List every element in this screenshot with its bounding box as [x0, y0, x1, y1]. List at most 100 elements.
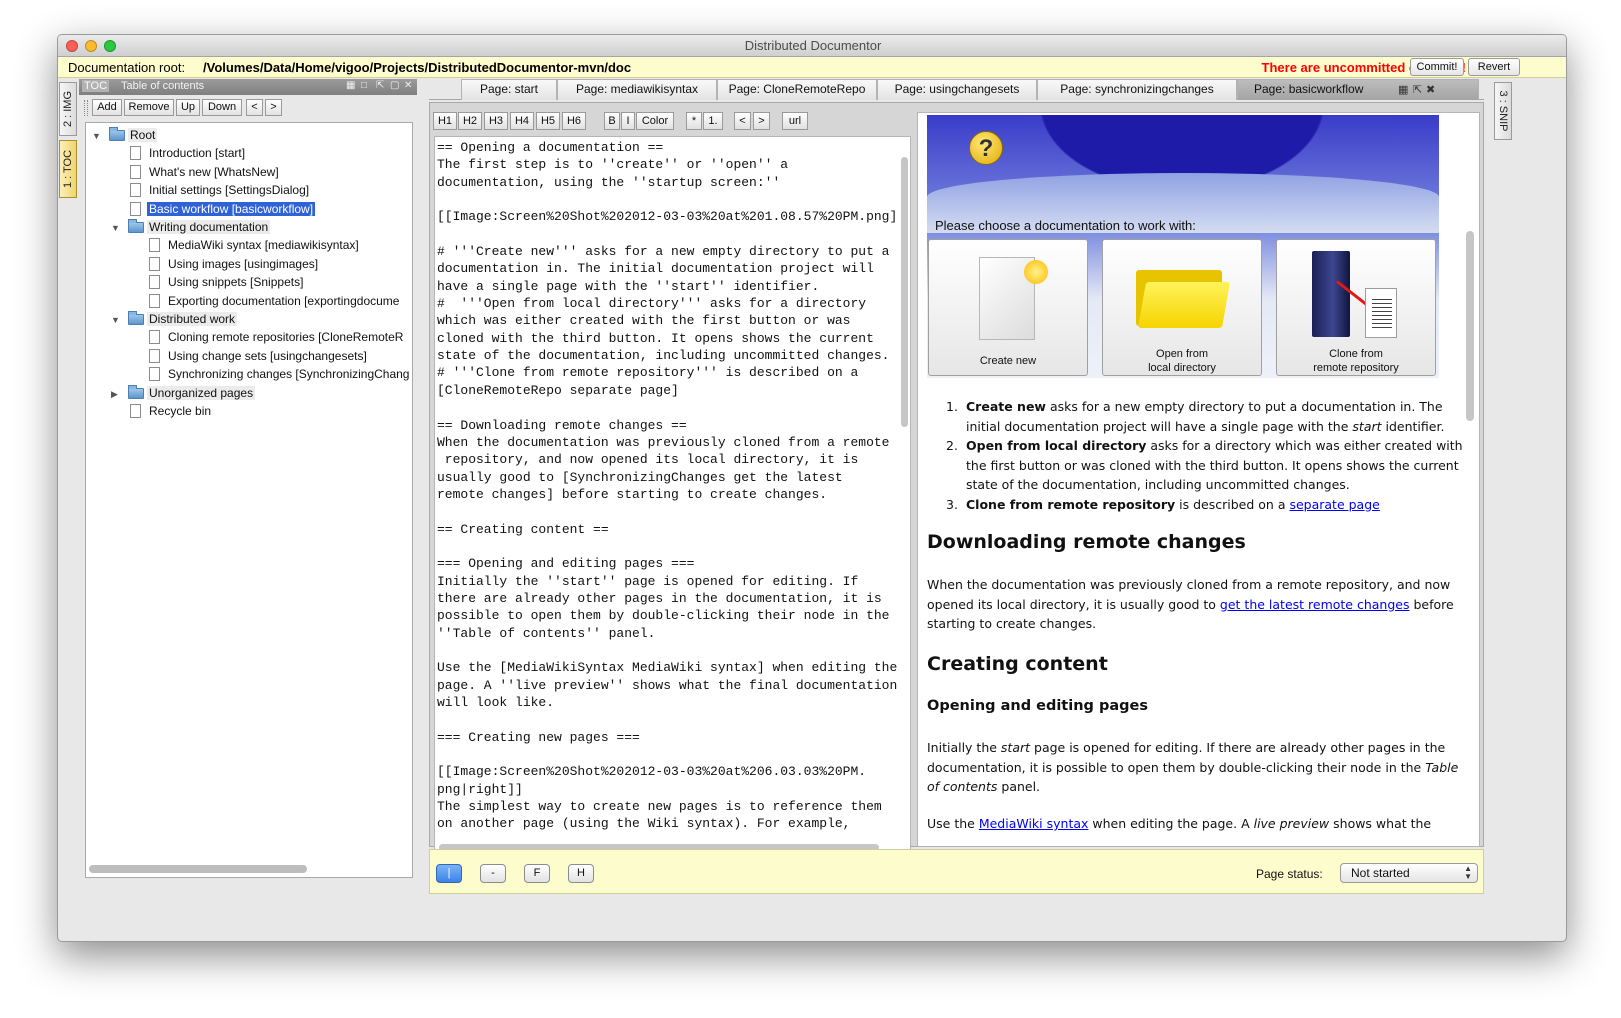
paragraph-text: Initially the [927, 740, 1001, 755]
source-line: documentation in. The initial documentat… [437, 261, 874, 277]
page-tab[interactable]: Page: basicworkflow ▦ ⇱ ✖ [1237, 79, 1479, 100]
minimize-window-button[interactable] [85, 40, 97, 52]
source-line: possible to open them by double-clicking… [437, 608, 890, 624]
mediawiki-syntax-link[interactable]: MediaWiki syntax [979, 816, 1089, 831]
toc-tree-label: Recycle bin [149, 404, 212, 418]
panel-float-icon[interactable]: ⇱ [376, 80, 384, 91]
list-number: 1. [946, 399, 958, 414]
toc-tree-row[interactable]: ▼ Root [86, 127, 412, 145]
expand-triangle-down-icon[interactable]: ▼ [111, 315, 120, 325]
toc-tree-row[interactable]: ▼ Writing documentation [86, 219, 412, 237]
wiki-source-editor[interactable]: == Opening a documentation == The first s… [434, 136, 911, 854]
toc-tree-row[interactable]: Using images [usingimages] [86, 256, 412, 274]
toc-tree-row[interactable]: Basic workflow [basicworkflow] [86, 201, 412, 219]
tab-menu-icon[interactable]: ▦ [1398, 81, 1408, 100]
panel-maximize-icon[interactable]: ▢ [390, 80, 399, 91]
toc-tree-row[interactable]: Recycle bin [86, 403, 412, 421]
source-vertical-scrollbar[interactable] [901, 157, 908, 427]
separate-page-link[interactable]: separate page [1289, 497, 1379, 512]
page-tab[interactable]: Page: start [461, 79, 557, 100]
source-line: [[Image:Screen%20Shot%202012-03-03%20at%… [437, 764, 867, 780]
toc-tree-row[interactable]: Using change sets [usingchangesets] [86, 348, 412, 366]
toc-tree-row[interactable]: Exporting documentation [exportingdocume [86, 293, 412, 311]
panel-close-icon[interactable]: ✕ [404, 80, 412, 91]
toc-tree-row[interactable]: Initial settings [SettingsDialog] [86, 182, 412, 200]
startup-screen-image: ? Please choose a documentation to work … [927, 115, 1439, 378]
commit-button[interactable]: Commit! [1410, 58, 1464, 76]
expand-triangle-right-icon[interactable]: ▶ [111, 389, 118, 400]
numbered-list-button[interactable]: 1. [703, 112, 723, 130]
page-tab[interactable]: Page: synchronizingchanges [1037, 79, 1237, 100]
toc-tree-row[interactable]: ▶ Unorganized pages [86, 384, 412, 403]
heading5-button[interactable]: H5 [536, 112, 560, 130]
move-right-button[interactable]: > [265, 99, 282, 116]
toc-tree-row[interactable]: What's new [WhatsNew] [86, 164, 412, 182]
startup-prompt: Please choose a documentation to work wi… [935, 218, 1196, 233]
expand-triangle-down-icon[interactable]: ▼ [111, 223, 120, 233]
panel-menu-icon[interactable]: ▦ [346, 80, 355, 91]
list-term: Clone from remote repository [966, 496, 1176, 512]
view-stacked-button[interactable]: - [480, 864, 506, 883]
side-tab-toc[interactable]: 1 : TOC [59, 140, 77, 198]
toc-tree-row[interactable]: ▼ Distributed work [86, 311, 412, 329]
heading6-button[interactable]: H6 [562, 112, 586, 130]
toc-tree-label: Initial settings [SettingsDialog] [149, 183, 310, 198]
revert-button[interactable]: Revert [1468, 58, 1520, 76]
page-tab[interactable]: Page: usingchangesets [877, 79, 1037, 100]
toc-tree-row[interactable]: Synchronizing changes [SynchronizingChan… [86, 366, 412, 384]
move-left-button[interactable]: < [246, 99, 263, 116]
side-tab-snip[interactable]: 3 : SNIP [1494, 82, 1512, 140]
list-text: is described on a [1175, 496, 1290, 512]
side-tab-img[interactable]: 2 : IMG [59, 82, 77, 136]
page-tab[interactable]: Page: mediawikisyntax [557, 79, 717, 100]
outdent-button[interactable]: < [734, 112, 751, 130]
add-button[interactable]: Add [92, 99, 122, 116]
create-new-choice: Create new [928, 239, 1088, 376]
maximize-window-button[interactable] [104, 40, 116, 52]
view-full-button[interactable]: F [524, 864, 550, 883]
toc-tree-row[interactable]: Introduction [start] [86, 145, 412, 163]
expand-triangle-down-icon[interactable]: ▼ [92, 131, 101, 141]
italic-button[interactable]: I [621, 112, 635, 130]
down-button[interactable]: Down [202, 99, 242, 116]
latest-changes-link[interactable]: get the latest remote changes [1220, 597, 1410, 612]
toc-tree[interactable]: ▼ Root Introduction [start] What's new [Wha… [85, 122, 413, 878]
indent-button[interactable]: > [753, 112, 770, 130]
tab-close-icon[interactable]: ✖ [1426, 81, 1435, 100]
color-button[interactable]: Color [636, 112, 674, 130]
remove-button[interactable]: Remove [124, 99, 174, 116]
panel-restore-icon[interactable]: □ [361, 80, 367, 91]
live-preview[interactable]: ? Please choose a documentation to work … [917, 112, 1480, 847]
source-line: repository, and now opened its local dir… [437, 452, 859, 468]
page-status-select[interactable]: Not started ▲ ▼ [1340, 863, 1478, 883]
page-tab-strip: Page: start Page: mediawikisyntax Page: Cl… [429, 78, 1484, 100]
toc-tree-row[interactable]: MediaWiki syntax [mediawikisyntax] [86, 237, 412, 255]
preview-option-list: 1. Create new asks for a new empty direct… [946, 397, 1466, 514]
preview-vertical-scrollbar[interactable] [1466, 231, 1474, 421]
toc-tree-row[interactable]: Using snippets [Snippets] [86, 274, 412, 292]
folder-front-shape [1137, 282, 1231, 328]
folder-icon [128, 311, 144, 325]
bold-button[interactable]: B [604, 112, 620, 130]
view-html-button[interactable]: H [568, 864, 594, 883]
source-line [437, 191, 893, 208]
toolbar-grip[interactable] [84, 100, 88, 116]
create-new-label: Create new [979, 355, 1037, 367]
view-split-button[interactable]: | [436, 864, 462, 883]
page-tab[interactable]: Page: CloneRemoteRepo [717, 79, 877, 100]
heading4-button[interactable]: H4 [510, 112, 534, 130]
tab-float-icon[interactable]: ⇱ [1413, 81, 1422, 100]
url-button[interactable]: url [782, 112, 808, 130]
bullet-list-button[interactable]: * [686, 112, 702, 130]
title-bar[interactable]: Distributed Documentor [58, 35, 1566, 57]
folder-icon [1136, 264, 1231, 328]
close-window-button[interactable] [66, 40, 78, 52]
up-button[interactable]: Up [176, 99, 200, 116]
view-mode-bar: | - F H Page status: Not started ▲ ▼ [429, 849, 1484, 894]
heading3-button[interactable]: H3 [484, 112, 508, 130]
page-tab-label: Page: usingchangesets [894, 82, 1020, 96]
heading2-button[interactable]: H2 [458, 112, 482, 130]
toc-tree-row[interactable]: Cloning remote repositories [CloneRemote… [86, 329, 412, 347]
heading1-button[interactable]: H1 [433, 112, 457, 130]
toc-horizontal-scrollbar[interactable] [89, 865, 307, 873]
